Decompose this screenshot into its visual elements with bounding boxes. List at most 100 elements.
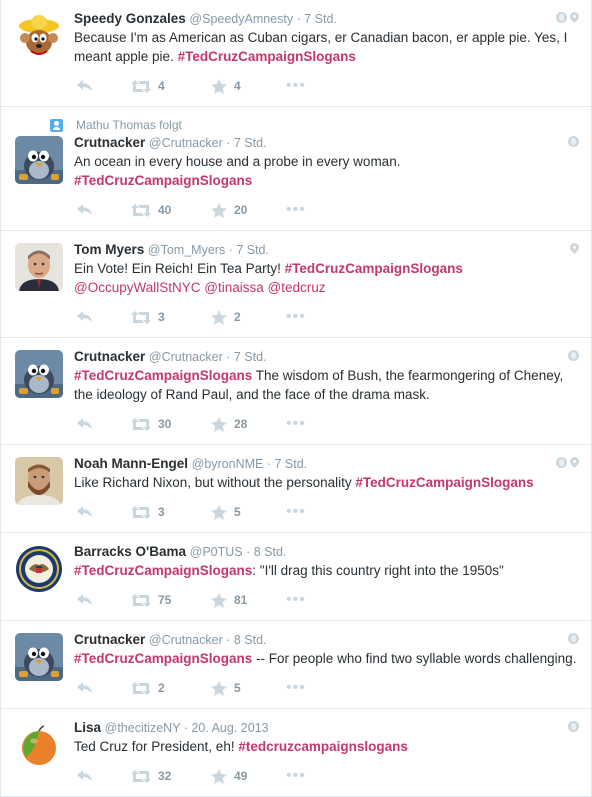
reply-button[interactable]	[77, 418, 131, 430]
retweet-button[interactable]: 32	[131, 769, 211, 783]
reply-button[interactable]	[77, 682, 131, 694]
user-handle[interactable]: @Tom_Myers	[148, 243, 225, 257]
location-pin-icon	[570, 243, 579, 256]
tweet[interactable]: Mathu Thomas folgt Crutnacker @Crutnacker…	[1, 107, 591, 231]
tweet-actions: 75 81 •••	[77, 580, 579, 620]
user-handle[interactable]: @P0TUS	[190, 545, 243, 559]
more-dots-icon[interactable]: •••	[286, 78, 306, 94]
user-handle[interactable]: @Crutnacker	[149, 633, 223, 647]
tweet[interactable]: Barracks O'Bama @P0TUS · 8 Std. #TedCruzC…	[1, 533, 591, 621]
tweet-header: Tom Myers @Tom_Myers · 7 Std.	[74, 241, 579, 259]
tweet-header: Lisa @thecitizeNY · 20. Aug. 2013	[74, 719, 579, 737]
tweet-actions: 30 28 •••	[77, 404, 579, 444]
more-dots-icon[interactable]: •••	[286, 680, 306, 696]
user-handle[interactable]: @Crutnacker	[149, 350, 223, 364]
retweet-icon	[131, 769, 151, 783]
favorite-button[interactable]: 20	[211, 202, 286, 218]
user-fullname[interactable]: Speedy Gonzales	[74, 11, 186, 26]
user-fullname[interactable]: Crutnacker	[74, 632, 145, 647]
more-dots-icon[interactable]: •••	[286, 592, 306, 608]
avatar[interactable]	[15, 350, 63, 398]
retweet-button[interactable]: 2	[131, 681, 211, 695]
user-fullname[interactable]: Tom Myers	[74, 242, 144, 257]
hashtag-link[interactable]: #TedCruzCampaignSlogans	[74, 368, 252, 383]
avatar[interactable]	[15, 457, 63, 505]
more-dots-icon[interactable]: •••	[286, 504, 306, 520]
tweet-meta-icons	[568, 136, 579, 147]
avatar[interactable]	[15, 243, 63, 291]
hashtag-link[interactable]: #TedCruzCampaignSlogans	[74, 563, 252, 578]
reply-button[interactable]	[77, 80, 131, 92]
hashtag-link[interactable]: #TedCruzCampaignSlogans	[178, 49, 356, 64]
hashtag-link[interactable]: #tedcruzcampaignslogans	[238, 739, 408, 754]
tweet[interactable]: Crutnacker @Crutnacker · 7 Std. #TedCruzC…	[1, 338, 591, 445]
more-dots-icon[interactable]: •••	[286, 202, 306, 218]
separator-dot: ·	[222, 633, 234, 647]
globe-icon	[556, 457, 567, 468]
tweet-timestamp[interactable]: 7 Std.	[274, 457, 307, 471]
more-dots-icon[interactable]: •••	[286, 309, 306, 325]
tweet[interactable]: Speedy Gonzales @SpeedyAmnesty · 7 Std. B…	[1, 0, 591, 107]
reply-button[interactable]	[77, 204, 131, 216]
user-fullname[interactable]: Noah Mann-Engel	[74, 456, 188, 471]
tweet-timestamp[interactable]: 8 Std.	[234, 633, 267, 647]
star-icon	[211, 768, 227, 784]
tweet-timestamp[interactable]: 20. Aug. 2013	[191, 721, 268, 735]
separator-dot: ·	[242, 545, 254, 559]
favorite-count: 49	[234, 769, 248, 783]
avatar[interactable]	[15, 721, 63, 769]
favorite-button[interactable]: 2	[211, 309, 286, 325]
favorite-button[interactable]: 5	[211, 680, 286, 696]
user-fullname[interactable]: Barracks O'Bama	[74, 544, 186, 559]
tweet-timestamp[interactable]: 7 Std.	[304, 12, 337, 26]
hashtag-link[interactable]: #TedCruzCampaignSlogans	[355, 475, 533, 490]
reply-button[interactable]	[77, 594, 131, 606]
star-icon	[211, 78, 227, 94]
star-icon	[211, 504, 227, 520]
mention-link[interactable]: @tedcruz	[268, 280, 326, 295]
tweet[interactable]: Tom Myers @Tom_Myers · 7 Std. Ein Vote! E…	[1, 231, 591, 338]
tweet-timestamp[interactable]: 7 Std.	[236, 243, 269, 257]
retweet-button[interactable]: 75	[131, 593, 211, 607]
user-handle[interactable]: @Crutnacker	[149, 136, 223, 150]
retweet-button[interactable]: 40	[131, 203, 211, 217]
user-fullname[interactable]: Crutnacker	[74, 349, 145, 364]
retweet-button[interactable]: 4	[131, 79, 211, 93]
user-handle[interactable]: @thecitizeNY	[105, 721, 181, 735]
hashtag-link[interactable]: #TedCruzCampaignSlogans	[74, 651, 252, 666]
tweet-timestamp[interactable]: 7 Std.	[234, 350, 267, 364]
tweet[interactable]: Lisa @thecitizeNY · 20. Aug. 2013 Ted Cru…	[1, 709, 591, 797]
tweet-meta-icons	[568, 633, 579, 644]
hashtag-link[interactable]: #TedCruzCampaignSlogans	[285, 261, 463, 276]
reply-arrow-icon	[77, 311, 93, 323]
favorite-button[interactable]: 28	[211, 416, 286, 432]
avatar[interactable]	[15, 136, 63, 184]
favorite-button[interactable]: 5	[211, 504, 286, 520]
reply-button[interactable]	[77, 311, 131, 323]
avatar[interactable]	[15, 633, 63, 681]
tweet-actions: 32 49 •••	[77, 756, 579, 796]
retweet-button[interactable]: 3	[131, 505, 211, 519]
tweet-timestamp[interactable]: 8 Std.	[254, 545, 287, 559]
avatar[interactable]	[15, 545, 63, 593]
mention-link[interactable]: @tinaissa	[204, 280, 263, 295]
favorite-button[interactable]: 4	[211, 78, 286, 94]
user-fullname[interactable]: Crutnacker	[74, 135, 145, 150]
retweet-button[interactable]: 30	[131, 417, 211, 431]
favorite-button[interactable]: 81	[211, 592, 286, 608]
more-dots-icon[interactable]: •••	[286, 768, 306, 784]
user-handle[interactable]: @byronNME	[192, 457, 264, 471]
avatar[interactable]	[15, 12, 63, 60]
retweet-button[interactable]: 3	[131, 310, 211, 324]
favorite-button[interactable]: 49	[211, 768, 286, 784]
more-dots-icon[interactable]: •••	[286, 416, 306, 432]
user-fullname[interactable]: Lisa	[74, 720, 101, 735]
tweet[interactable]: Crutnacker @Crutnacker · 8 Std. #TedCruzC…	[1, 621, 591, 709]
hashtag-link[interactable]: #TedCruzCampaignSlogans	[74, 173, 252, 188]
user-handle[interactable]: @SpeedyAmnesty	[189, 12, 293, 26]
tweet[interactable]: Noah Mann-Engel @byronNME · 7 Std. Like R…	[1, 445, 591, 533]
reply-button[interactable]	[77, 770, 131, 782]
tweet-timestamp[interactable]: 7 Std.	[234, 136, 267, 150]
mention-link[interactable]: @OccupyWallStNYC	[74, 280, 200, 295]
reply-button[interactable]	[77, 506, 131, 518]
